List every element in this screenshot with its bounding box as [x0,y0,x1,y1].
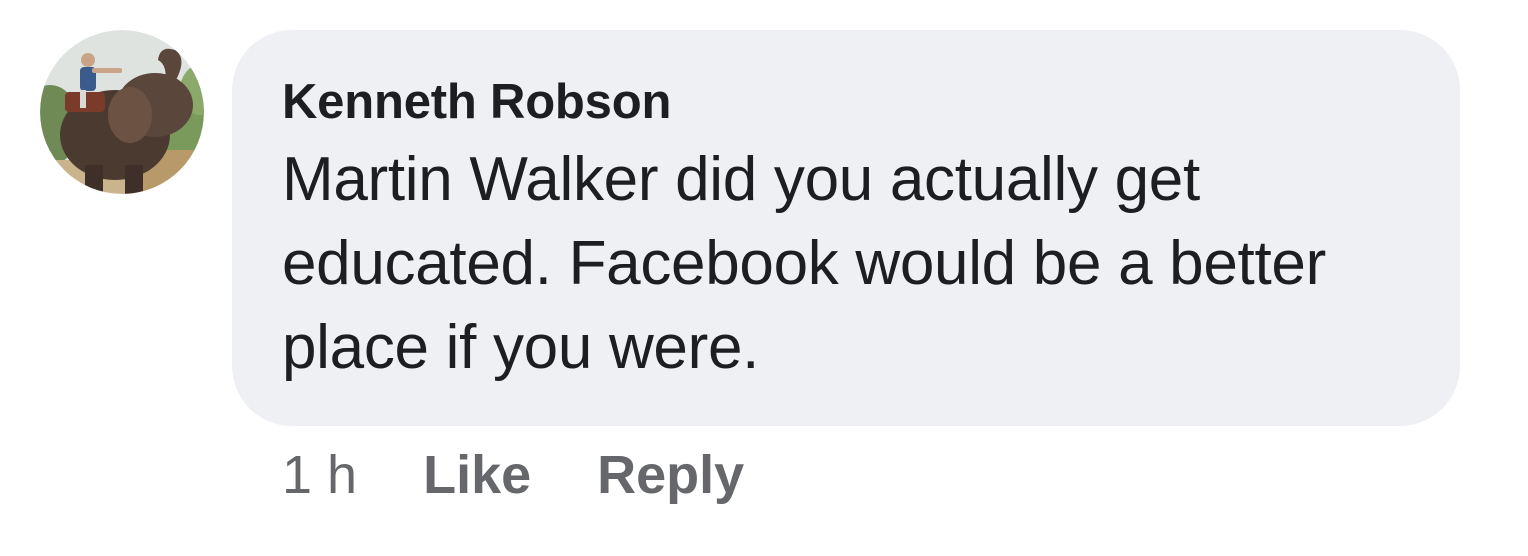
comment-actions: 1 h Like Reply [282,440,744,510]
avatar-photo [40,30,204,194]
comment-bubble: Kenneth Robson Martin Walker did you act… [232,30,1460,426]
reply-button[interactable]: Reply [597,444,744,506]
comment-timestamp[interactable]: 1 h [282,444,357,506]
avatar[interactable] [40,30,204,194]
like-button[interactable]: Like [423,444,531,506]
comment-author[interactable]: Kenneth Robson [282,70,1416,134]
comment-text: Martin Walker did you actually get educa… [282,145,1326,382]
